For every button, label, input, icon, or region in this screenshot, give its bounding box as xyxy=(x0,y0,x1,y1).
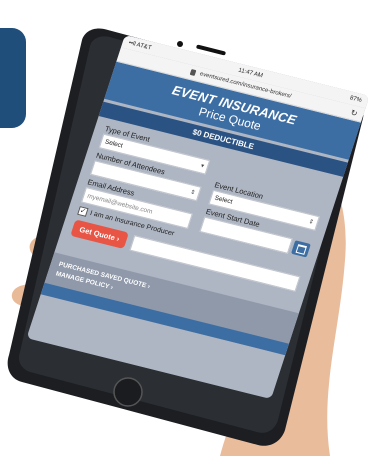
updown-arrows-icon: ⇕ xyxy=(189,189,197,197)
producer-checkbox[interactable]: ✓ xyxy=(77,206,89,217)
calendar-icon xyxy=(295,243,307,255)
reload-icon[interactable]: ↻ xyxy=(350,108,359,118)
chevron-down-icon: ▾ xyxy=(199,163,205,170)
lock-icon xyxy=(190,69,197,77)
battery-text: 87% xyxy=(349,94,363,104)
event-location-value: Select xyxy=(213,194,234,206)
updown-arrows-icon: ⇕ xyxy=(307,219,315,226)
calendar-button[interactable] xyxy=(291,240,311,258)
event-type-value: Select xyxy=(103,138,124,150)
